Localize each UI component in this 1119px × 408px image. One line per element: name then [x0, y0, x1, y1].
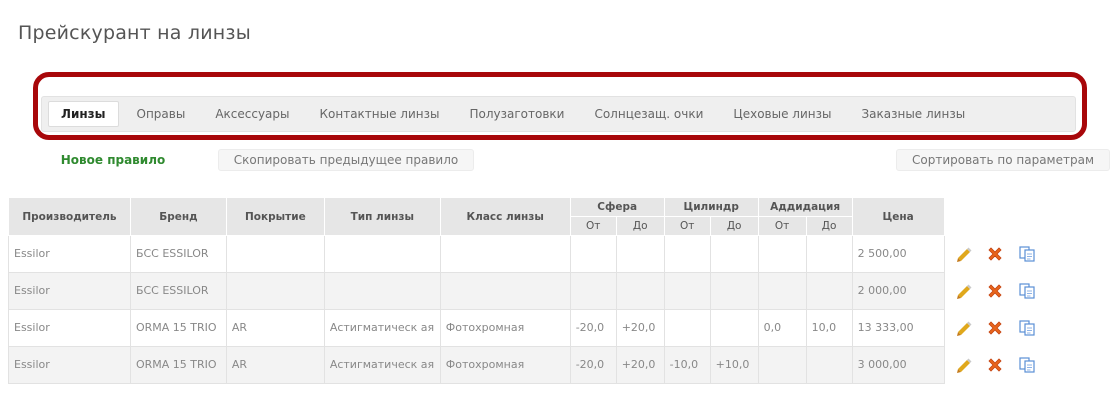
tab-contact-lenses[interactable]: Контактные линзы — [308, 102, 452, 126]
cell-sphere-from: -20,0 — [569, 346, 617, 384]
cell-lens-type — [323, 235, 441, 273]
header-actions — [944, 197, 1119, 236]
cell-coating — [225, 272, 325, 310]
cell-sphere-to — [615, 272, 665, 310]
tab-lenses[interactable]: Линзы — [48, 101, 119, 127]
pencil-icon[interactable] — [955, 356, 973, 374]
cell-cylinder-from — [663, 309, 711, 347]
header-sphere-from: От — [569, 216, 617, 236]
pencil-icon[interactable] — [955, 282, 973, 300]
cell-addition-to: 10,0 — [805, 309, 853, 347]
cell-sphere-from — [569, 235, 617, 273]
header-cylinder-to: До — [709, 216, 759, 236]
cell-lens-type — [323, 272, 441, 310]
cell-sphere-to — [615, 235, 665, 273]
cell-price: 13 333,00 — [851, 309, 945, 347]
cell-sphere-to: +20,0 — [615, 309, 665, 347]
table-row: Essilor БСС ESSILOR 2 000,00 — [8, 272, 1119, 310]
tab-semi-finished[interactable]: Полузаготовки — [457, 102, 576, 126]
copy-document-icon[interactable] — [1018, 245, 1036, 263]
header-addition: Аддидация — [757, 197, 853, 217]
cell-cylinder-from — [663, 272, 711, 310]
cell-addition-to — [805, 272, 853, 310]
cell-coating: AR — [225, 309, 325, 347]
cell-manufacturer: Essilor — [8, 235, 131, 273]
tab-workshop-lenses[interactable]: Цеховые линзы — [721, 102, 843, 126]
sort-by-params-button[interactable]: Сортировать по параметрам — [896, 149, 1110, 171]
table-row: Essilor ORMA 15 TRIO AR Астигматическ ая… — [8, 309, 1119, 347]
cell-addition-to — [805, 235, 853, 273]
cell-cylinder-to — [709, 309, 759, 347]
page-title: Прейскурант на линзы — [18, 22, 251, 44]
cell-coating — [225, 235, 325, 273]
header-price[interactable]: Цена — [851, 197, 945, 236]
row-actions — [944, 235, 1119, 273]
row-actions — [944, 309, 1119, 347]
cell-brand: ORMA 15 TRIO — [129, 309, 227, 347]
cell-addition-from: 0,0 — [757, 309, 807, 347]
tab-frames[interactable]: Оправы — [125, 102, 198, 126]
tab-custom-lenses[interactable]: Заказные линзы — [849, 102, 977, 126]
header-lens-class[interactable]: Класс линзы — [439, 197, 571, 236]
delete-x-icon[interactable] — [986, 282, 1004, 300]
header-cylinder: Цилиндр — [663, 197, 759, 217]
cell-manufacturer: Essilor — [8, 309, 131, 347]
header-manufacturer[interactable]: Производитель — [8, 197, 131, 236]
cell-brand: ORMA 15 TRIO — [129, 346, 227, 384]
header-cylinder-from: От — [663, 216, 711, 236]
pencil-icon[interactable] — [955, 245, 973, 263]
tab-bar: Линзы Оправы Аксессуары Контактные линзы… — [41, 96, 1076, 132]
cell-brand: БСС ESSILOR — [129, 272, 227, 310]
copy-previous-rule-button[interactable]: Скопировать предыдущее правило — [218, 149, 474, 171]
cell-manufacturer: Essilor — [8, 272, 131, 310]
delete-x-icon[interactable] — [986, 245, 1004, 263]
table-row: Essilor БСС ESSILOR 2 500,00 — [8, 235, 1119, 273]
cell-cylinder-from — [663, 235, 711, 273]
price-rules-table: Производитель Бренд Покрытие Тип линзы К… — [8, 197, 1119, 384]
cell-lens-class — [439, 272, 571, 310]
cell-addition-from — [757, 346, 807, 384]
header-brand[interactable]: Бренд — [129, 197, 227, 236]
cell-addition-from — [757, 235, 807, 273]
header-lens-type[interactable]: Тип линзы — [323, 197, 441, 236]
delete-x-icon[interactable] — [986, 319, 1004, 337]
cell-lens-type: Астигматическ ая — [323, 309, 441, 347]
tab-accessories[interactable]: Аксессуары — [203, 102, 301, 126]
cell-cylinder-to — [709, 272, 759, 310]
cell-manufacturer: Essilor — [8, 346, 131, 384]
cell-cylinder-from: -10,0 — [663, 346, 711, 384]
header-addition-from: От — [757, 216, 807, 236]
cell-cylinder-to: +10,0 — [709, 346, 759, 384]
cell-price: 2 000,00 — [851, 272, 945, 310]
delete-x-icon[interactable] — [986, 356, 1004, 374]
tab-sunglasses[interactable]: Солнцезащ. очки — [582, 102, 715, 126]
cell-lens-class: Фотохромная — [439, 346, 571, 384]
cell-addition-from — [757, 272, 807, 310]
cell-lens-class: Фотохромная — [439, 309, 571, 347]
table-row: Essilor ORMA 15 TRIO AR Астигматическ ая… — [8, 346, 1119, 384]
header-addition-to: До — [805, 216, 853, 236]
header-sphere: Сфера — [569, 197, 665, 217]
copy-document-icon[interactable] — [1018, 282, 1036, 300]
pencil-icon[interactable] — [955, 319, 973, 337]
cell-addition-to — [805, 346, 853, 384]
header-sphere-to: До — [615, 216, 665, 236]
copy-document-icon[interactable] — [1018, 319, 1036, 337]
cell-price: 3 000,00 — [851, 346, 945, 384]
cell-brand: БСС ESSILOR — [129, 235, 227, 273]
new-rule-button[interactable]: Новое правило — [42, 149, 184, 171]
copy-document-icon[interactable] — [1018, 356, 1036, 374]
header-coating[interactable]: Покрытие — [225, 197, 325, 236]
cell-lens-class — [439, 235, 571, 273]
cell-sphere-to: +20,0 — [615, 346, 665, 384]
cell-cylinder-to — [709, 235, 759, 273]
cell-lens-type: Астигматическ ая — [323, 346, 441, 384]
cell-coating: AR — [225, 346, 325, 384]
cell-sphere-from — [569, 272, 617, 310]
row-actions — [944, 346, 1119, 384]
row-actions — [944, 272, 1119, 310]
cell-sphere-from: -20,0 — [569, 309, 617, 347]
cell-price: 2 500,00 — [851, 235, 945, 273]
